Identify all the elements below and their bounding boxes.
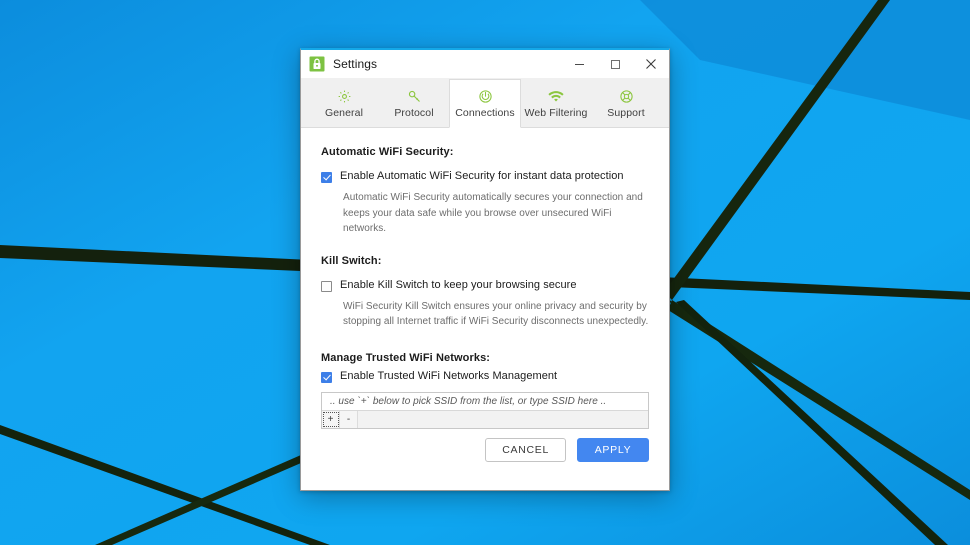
ssid-input-placeholder: .. use `+` below to pick SSID from the l… — [330, 396, 607, 408]
settings-window: Settings General Protocol Connections We… — [300, 48, 670, 491]
kill-switch-checkbox[interactable] — [321, 280, 332, 292]
tab-bar: General Protocol Connections Web Filteri… — [301, 78, 669, 128]
minimize-button[interactable] — [561, 50, 597, 78]
trusted-networks-heading: Manage Trusted WiFi Networks: — [321, 351, 491, 364]
cancel-button[interactable]: CANCEL — [485, 438, 566, 462]
kill-switch-row[interactable]: Enable Kill Switch to keep your browsing… — [321, 279, 649, 292]
trusted-networks-checkbox[interactable] — [321, 371, 332, 383]
wifi-icon — [548, 88, 564, 105]
key-icon — [407, 88, 422, 105]
dialog-footer: CANCEL APPLY — [301, 424, 669, 490]
tab-general[interactable]: General — [309, 79, 379, 127]
automatic-wifi-security-label: Enable Automatic WiFi Security for insta… — [340, 170, 624, 182]
kill-switch-label: Enable Kill Switch to keep your browsing… — [340, 278, 577, 291]
window-controls — [561, 50, 669, 78]
automatic-wifi-security-description: Automatic WiFi Security automatically se… — [343, 192, 643, 235]
tab-connections[interactable]: Connections — [449, 79, 521, 128]
trusted-networks-row[interactable]: Enable Trusted WiFi Networks Management — [321, 370, 649, 383]
connections-panel: Automatic WiFi Security: Enable Automati… — [301, 128, 669, 490]
tab-general-label: General — [324, 106, 364, 119]
window-title: Settings — [333, 57, 378, 71]
window-titlebar[interactable]: Settings — [301, 50, 669, 78]
automatic-wifi-security-row[interactable]: Enable Automatic WiFi Security for insta… — [321, 170, 649, 183]
maximize-button[interactable] — [597, 50, 633, 78]
close-button[interactable] — [633, 50, 669, 78]
tab-support[interactable]: Support — [591, 79, 661, 127]
maximize-icon — [610, 59, 620, 69]
power-icon — [478, 88, 493, 105]
minimize-icon — [574, 63, 584, 65]
padlock-icon — [309, 56, 325, 72]
kill-switch-description: WiFi Security Kill Switch ensures your o… — [343, 300, 649, 328]
automatic-wifi-security-heading: Automatic WiFi Security: — [321, 146, 454, 158]
tab-support-label: Support — [607, 106, 645, 119]
lifebuoy-icon — [619, 88, 634, 105]
trusted-networks-label: Enable Trusted WiFi Networks Management — [340, 369, 558, 382]
tab-web-filtering[interactable]: Web Filtering — [521, 79, 591, 127]
automatic-wifi-security-checkbox[interactable] — [321, 172, 332, 183]
close-icon — [646, 59, 656, 69]
tab-protocol[interactable]: Protocol — [379, 79, 449, 127]
kill-switch-heading: Kill Switch: — [321, 254, 382, 267]
apply-button[interactable]: APPLY — [577, 438, 649, 462]
tab-connections-label: Connections — [455, 107, 515, 119]
ssid-input[interactable]: .. use `+` below to pick SSID from the l… — [322, 393, 648, 412]
gear-icon — [337, 88, 352, 105]
tab-protocol-label: Protocol — [394, 106, 434, 119]
tab-web-filtering-label: Web Filtering — [524, 106, 588, 119]
